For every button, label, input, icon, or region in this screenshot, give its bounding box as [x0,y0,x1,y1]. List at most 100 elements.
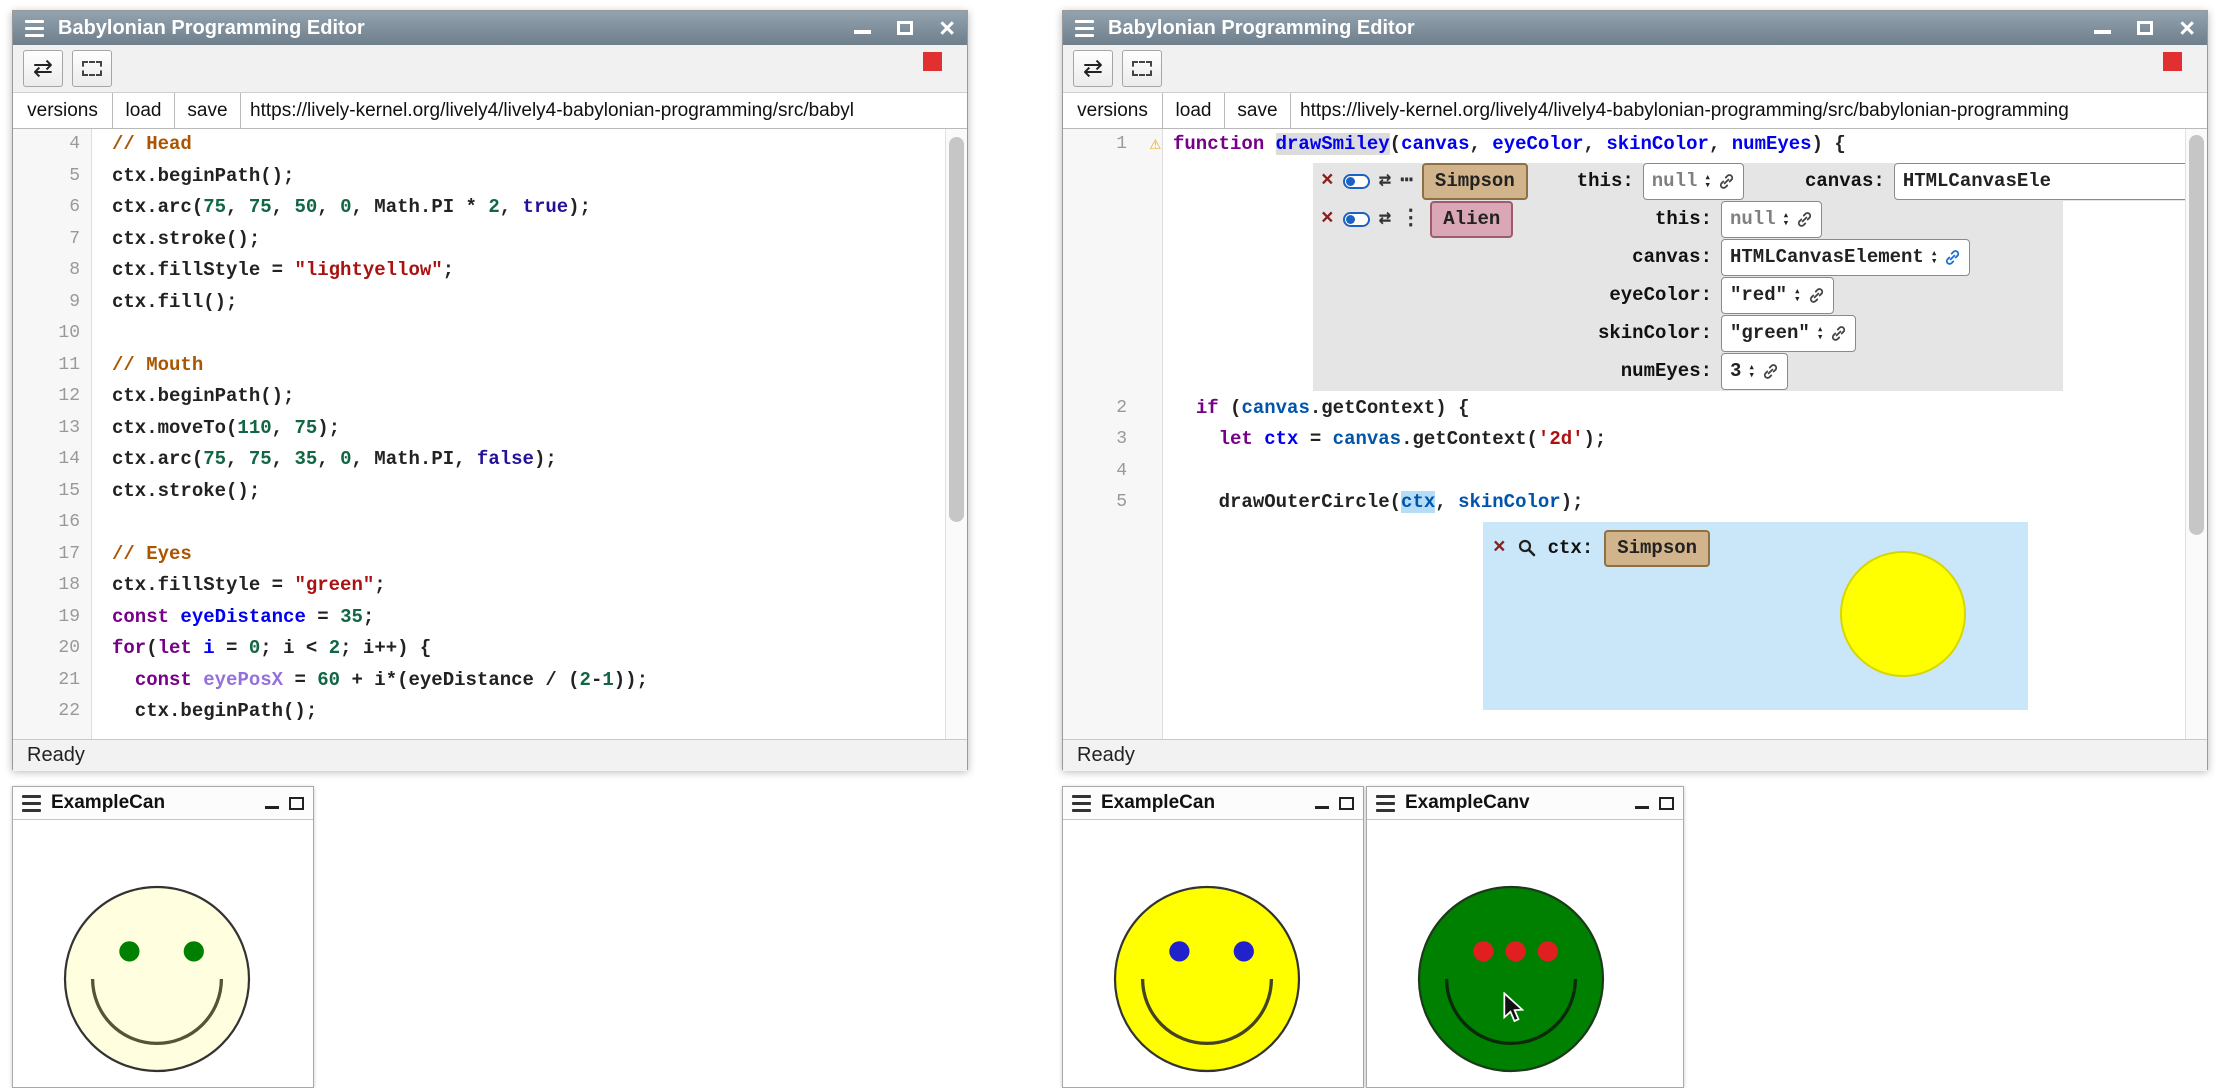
param-value-box[interactable]: null ▴▾ [1643,163,1744,201]
code-line[interactable]: 10 [13,318,967,350]
code-line[interactable]: 12ctx.beginPath(); [13,381,967,413]
maximize-button[interactable] [2137,21,2153,35]
line-number[interactable]: 15 [13,476,92,508]
code-line[interactable]: 4 [1063,456,2207,488]
stepper-icon[interactable]: ▴▾ [1748,364,1755,380]
code-editor[interactable]: 4// Head5ctx.beginPath();6ctx.arc(75, 75… [13,129,967,739]
url-input[interactable] [1291,93,2207,128]
param-value-box[interactable]: HTMLCanvasEle [1894,163,2204,201]
minimize-button[interactable] [854,30,871,34]
scrollbar[interactable] [945,129,967,739]
titlebar[interactable]: ExampleCan [13,787,313,820]
link-icon[interactable] [1944,249,1961,266]
code-line[interactable]: 19const eyeDistance = 35; [13,602,967,634]
warning-icon[interactable]: ⚠ [1150,129,1161,161]
delete-example-icon[interactable]: × [1321,209,1334,230]
probe-example-badge[interactable]: Simpson [1604,530,1710,568]
code-line[interactable]: 18ctx.fillStyle = "green"; [13,570,967,602]
stepper-icon[interactable]: ▴▾ [1931,250,1938,266]
code-line[interactable]: 16 [13,507,967,539]
line-number[interactable]: 12 [13,381,92,413]
swap-arrows-icon[interactable]: ⇄ [1379,171,1392,192]
code-line[interactable]: 20for(let i = 0; i < 2; i++) { [13,633,967,665]
line-number[interactable]: 10 [13,318,92,350]
code-line[interactable]: 3 let ctx = canvas.getContext('2d'); [1063,424,2207,456]
code-line[interactable]: 21 const eyePosX = 60 + i*(eyeDistance /… [13,665,967,697]
menu-icon[interactable] [22,795,41,812]
code-line[interactable]: 8ctx.fillStyle = "lightyellow"; [13,255,967,287]
toggle-perspective-button[interactable]: ⇄ [1073,50,1113,87]
code-line[interactable]: 4// Head [13,129,967,161]
code-line[interactable]: 13ctx.moveTo(110, 75); [13,413,967,445]
line-number[interactable]: 2 [1063,393,1163,425]
code-line[interactable]: 9ctx.fill(); [13,287,967,319]
line-number[interactable]: 1⚠ [1063,129,1163,161]
delete-example-icon[interactable]: × [1321,171,1334,192]
close-button[interactable]: × [939,18,955,38]
maximize-button[interactable] [1339,797,1354,810]
param-value-box[interactable]: "green" ▴▾ [1721,315,1856,353]
load-button[interactable]: load [113,93,175,128]
smiley-canvas[interactable] [1367,820,1683,1087]
stepper-icon[interactable]: ▴▾ [1794,288,1801,304]
select-region-button[interactable] [72,50,112,87]
titlebar[interactable]: Babylonian Programming Editor × [1063,11,2207,45]
line-number[interactable]: 5 [1063,487,1163,519]
save-button[interactable]: save [1225,93,1291,128]
code-line[interactable]: 22 ctx.beginPath(); [13,696,967,728]
code-line[interactable]: 15ctx.stroke(); [13,476,967,508]
select-region-button[interactable] [1122,50,1162,87]
menu-icon[interactable] [25,20,44,37]
line-number[interactable]: 19 [13,602,92,634]
delete-probe-icon[interactable]: × [1493,538,1506,559]
titlebar[interactable]: Babylonian Programming Editor × [13,11,967,45]
minimize-button[interactable] [2094,30,2111,34]
scrollbar[interactable] [2185,129,2207,739]
titlebar[interactable]: ExampleCan [1063,787,1363,820]
line-number[interactable]: 21 [13,665,92,697]
smiley-canvas[interactable] [13,820,313,1087]
minimize-button[interactable] [1635,806,1649,809]
close-button[interactable]: × [2179,18,2195,38]
line-number[interactable]: 17 [13,539,92,571]
line-number[interactable]: 8 [13,255,92,287]
code-line[interactable]: 2 if (canvas.getContext) { [1063,393,2207,425]
link-icon[interactable] [1762,363,1779,380]
param-value-box[interactable]: null ▴▾ [1721,201,1822,239]
smiley-canvas[interactable] [1063,820,1363,1087]
minimize-button[interactable] [265,806,279,809]
maximize-button[interactable] [897,21,913,35]
maximize-button[interactable] [1659,797,1674,810]
code-line[interactable]: 11// Mouth [13,350,967,382]
code-line[interactable]: 14ctx.arc(75, 75, 35, 0, Math.PI, false)… [13,444,967,476]
toggle-example-icon[interactable] [1343,174,1370,189]
line-number[interactable]: 18 [13,570,92,602]
line-number[interactable]: 7 [13,224,92,256]
toggle-example-icon[interactable] [1343,212,1370,227]
menu-dots-icon[interactable]: ⋮ [1400,209,1421,230]
line-number[interactable]: 13 [13,413,92,445]
param-value-box[interactable]: HTMLCanvasElement ▴▾ [1721,239,1970,277]
example-name-badge[interactable]: Alien [1430,201,1513,239]
code-line[interactable]: 5 drawOuterCircle(ctx, skinColor); [1063,487,2207,519]
scrollbar-thumb[interactable] [2189,135,2204,535]
menu-dots-icon[interactable]: ⋯ [1400,171,1413,192]
line-number[interactable]: 11 [13,350,92,382]
line-number[interactable]: 3 [1063,424,1163,456]
minimize-button[interactable] [1315,806,1329,809]
url-input[interactable] [241,93,967,128]
link-icon[interactable] [1808,287,1825,304]
code-editor[interactable]: 1⚠function drawSmiley(canvas, eyeColor, … [1063,129,2207,739]
line-number[interactable]: 16 [13,507,92,539]
line-number[interactable]: 4 [1063,456,1163,488]
line-number[interactable]: 14 [13,444,92,476]
line-number[interactable]: 22 [13,696,92,728]
code-line[interactable]: 6ctx.arc(75, 75, 50, 0, Math.PI * 2, tru… [13,192,967,224]
versions-button[interactable]: versions [1063,93,1163,128]
stepper-icon[interactable]: ▴▾ [1704,174,1711,190]
titlebar[interactable]: ExampleCanv [1367,787,1683,820]
link-icon[interactable] [1796,211,1813,228]
maximize-button[interactable] [289,797,304,810]
stepper-icon[interactable]: ▴▾ [1817,326,1824,342]
menu-icon[interactable] [1376,795,1395,812]
